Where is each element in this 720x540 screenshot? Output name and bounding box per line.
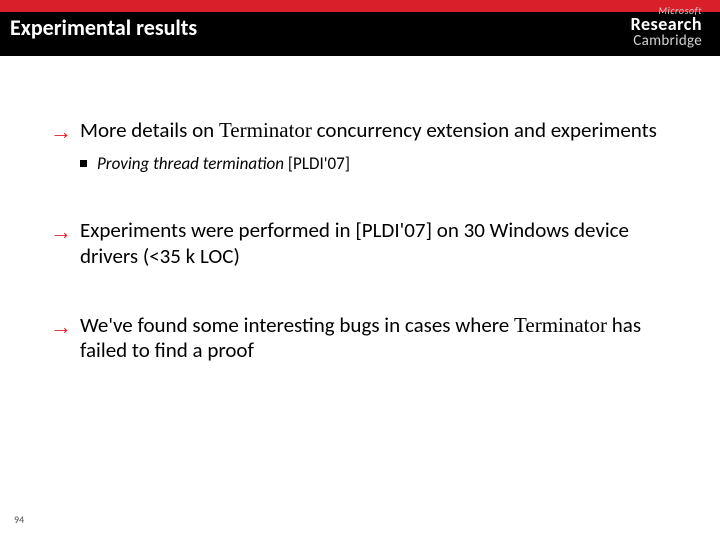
bullet-1: → More details on Terminator concurrency… xyxy=(50,118,670,145)
page-number: 94 xyxy=(14,513,24,526)
bullet-1-sub: Proving thread termination [PLDI'07] xyxy=(80,153,670,174)
bullet-1-sub-italic: Proving thread termination xyxy=(97,153,284,174)
bullet-1-sub-plain: [PLDI'07] xyxy=(284,153,350,174)
logo-line-research: Research xyxy=(631,15,702,33)
arrow-icon: → xyxy=(50,314,72,340)
bullet-1-text: More details on Terminator concurrency e… xyxy=(80,118,670,143)
ms-research-logo: Microsoft Research Cambridge xyxy=(631,4,702,54)
bullet-3-tool: Terminator xyxy=(514,313,607,337)
bullet-1-prefix: More details on xyxy=(80,117,219,143)
bullet-3: → We've found some interesting bugs in c… xyxy=(50,313,670,363)
bullet-1-suffix: concurrency extension and experiments xyxy=(312,117,657,143)
bullet-3-prefix: We've found some interesting bugs in cas… xyxy=(80,312,514,338)
bullet-1-sub-text: Proving thread termination [PLDI'07] xyxy=(97,153,350,174)
arrow-icon: → xyxy=(50,119,72,145)
square-icon xyxy=(80,160,87,167)
slide-title: Experimental results xyxy=(10,14,197,41)
content-area: → More details on Terminator concurrency… xyxy=(50,104,670,363)
arrow-icon: → xyxy=(50,219,72,245)
title-accent-bar xyxy=(0,0,720,12)
logo-line-cambridge: Cambridge xyxy=(633,34,702,49)
slide: Experimental results Microsoft Research … xyxy=(0,0,720,540)
bullet-2-text: Experiments were performed in [PLDI'07] … xyxy=(80,218,670,268)
bullet-2: → Experiments were performed in [PLDI'07… xyxy=(50,218,670,268)
bullet-3-text: We've found some interesting bugs in cas… xyxy=(80,313,670,363)
bullet-1-tool: Terminator xyxy=(219,118,312,142)
